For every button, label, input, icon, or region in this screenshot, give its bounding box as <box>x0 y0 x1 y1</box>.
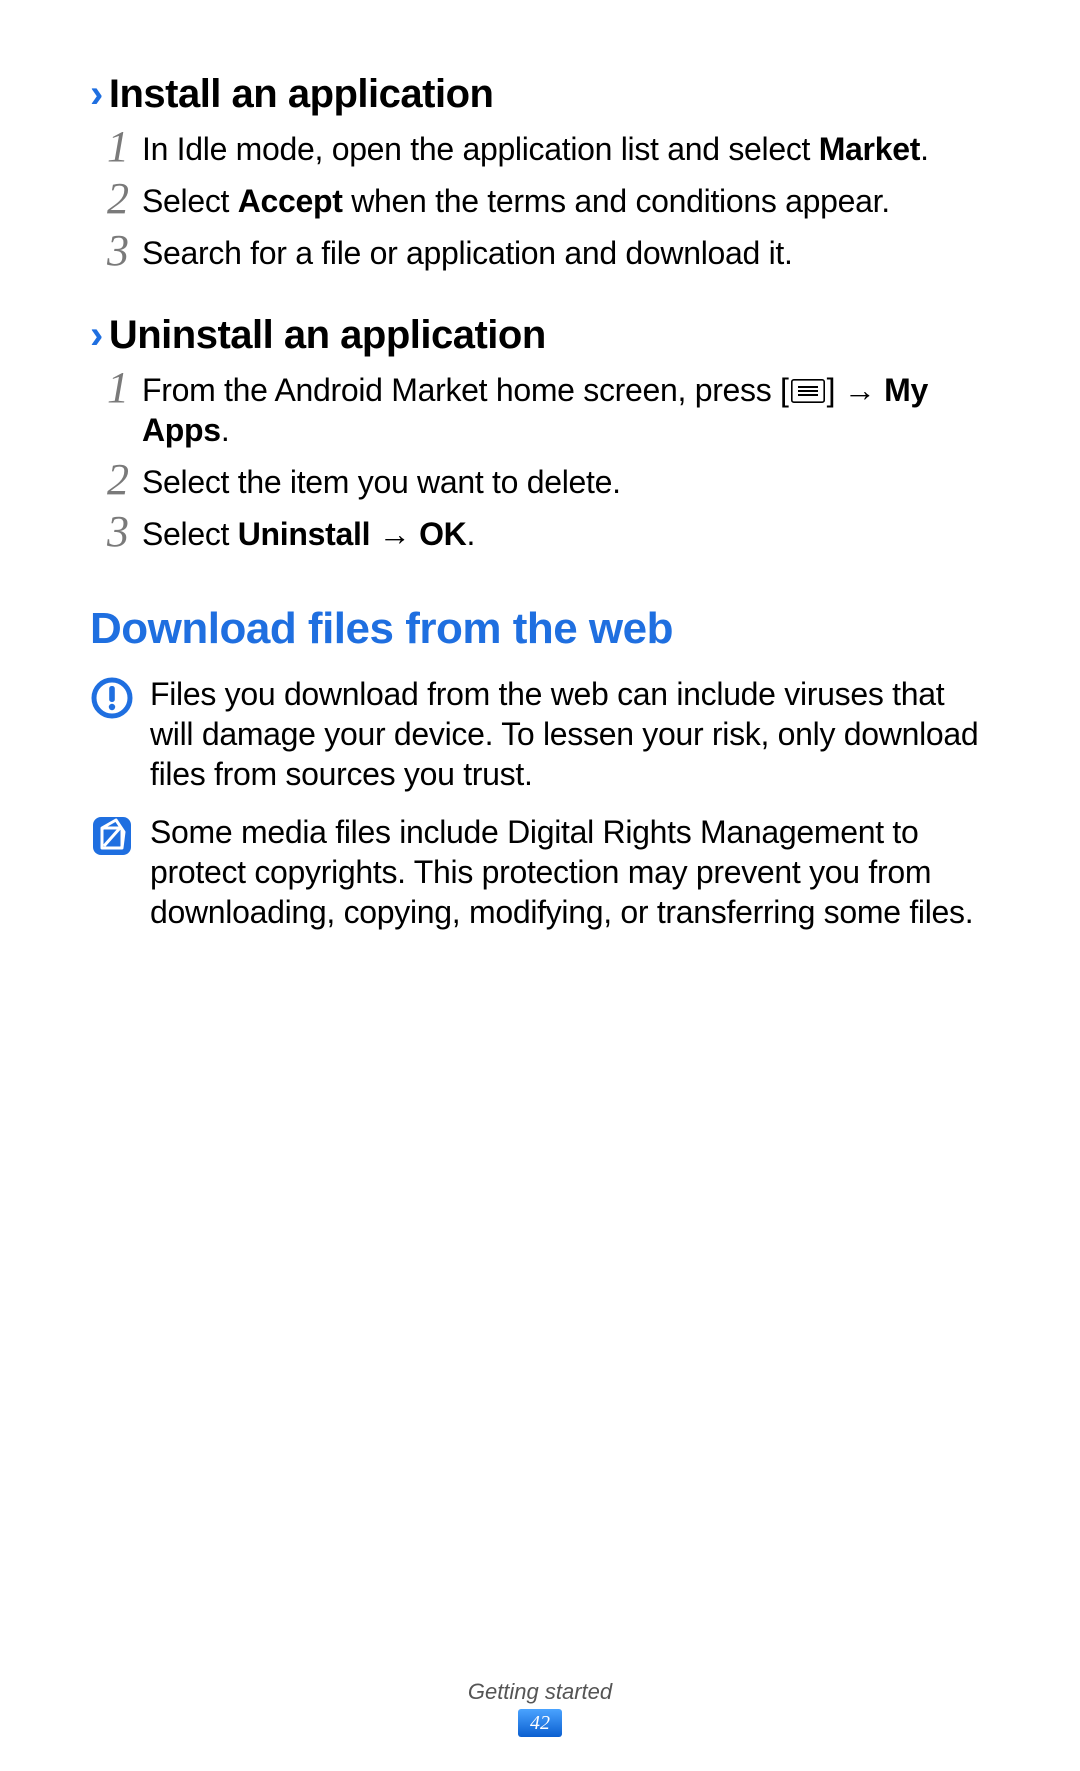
info-text: Some media files include Digital Rights … <box>150 812 990 932</box>
warning-text: Files you download from the web can incl… <box>150 674 990 794</box>
step-number: 1 <box>94 125 142 169</box>
info-note: Some media files include Digital Rights … <box>90 812 990 932</box>
step-text: Select Accept when the terms and conditi… <box>142 177 890 221</box>
install-steps: 1 In Idle mode, open the application lis… <box>94 125 990 273</box>
document-page: › Install an application 1 In Idle mode,… <box>0 0 1080 1771</box>
step-number: 2 <box>94 458 142 502</box>
heading-uninstall-text: Uninstall an application <box>109 313 546 358</box>
step-number: 2 <box>94 177 142 221</box>
step-number: 1 <box>94 366 142 410</box>
page-number-badge: 42 <box>518 1709 562 1737</box>
heading-install: › Install an application <box>90 72 990 117</box>
note-icon <box>90 812 150 858</box>
page-footer: Getting started 42 <box>0 1679 1080 1737</box>
warning-note: Files you download from the web can incl… <box>90 674 990 794</box>
menu-icon <box>791 379 825 403</box>
step-text: Search for a file or application and dow… <box>142 229 793 273</box>
step-text: From the Android Market home screen, pre… <box>142 366 990 450</box>
step-number: 3 <box>94 229 142 273</box>
step-text: In Idle mode, open the application list … <box>142 125 929 169</box>
list-item: 1 In Idle mode, open the application lis… <box>94 125 990 169</box>
list-item: 2 Select the item you want to delete. <box>94 458 990 502</box>
step-text: Select the item you want to delete. <box>142 458 621 502</box>
list-item: 3 Select Uninstall → OK. <box>94 510 990 554</box>
uninstall-steps: 1 From the Android Market home screen, p… <box>94 366 990 554</box>
list-item: 3 Search for a file or application and d… <box>94 229 990 273</box>
chevron-icon: › <box>90 313 103 358</box>
heading-download: Download files from the web <box>90 604 990 654</box>
step-number: 3 <box>94 510 142 554</box>
warning-icon <box>90 674 150 720</box>
list-item: 2 Select Accept when the terms and condi… <box>94 177 990 221</box>
footer-section-label: Getting started <box>0 1679 1080 1705</box>
step-text: Select Uninstall → OK. <box>142 510 475 554</box>
chevron-icon: › <box>90 72 103 117</box>
list-item: 1 From the Android Market home screen, p… <box>94 366 990 450</box>
heading-install-text: Install an application <box>109 72 494 117</box>
heading-uninstall: › Uninstall an application <box>90 313 990 358</box>
